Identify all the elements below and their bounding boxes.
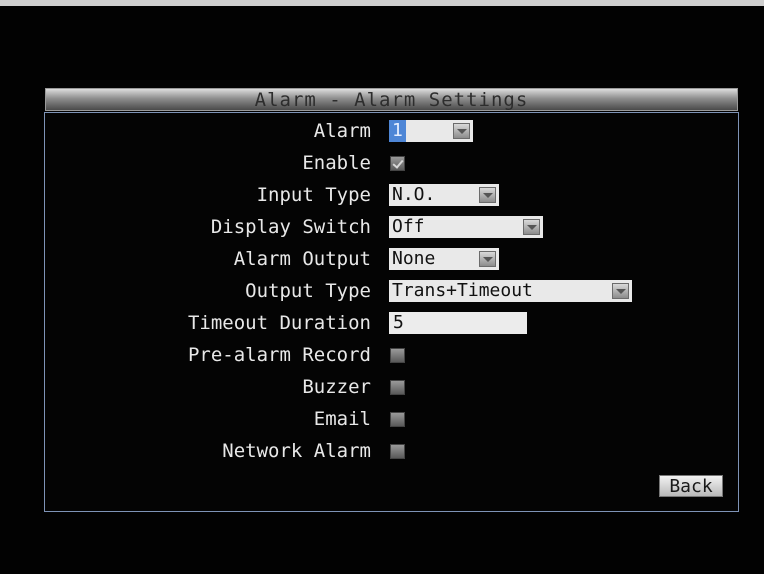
alarm-select[interactable]: 1	[389, 120, 473, 142]
output-type-value: Trans+Timeout	[392, 280, 533, 301]
row-display-switch: Display Switch Off	[45, 214, 738, 240]
top-strip	[0, 0, 764, 6]
email-label: Email	[313, 408, 371, 430]
row-enable: Enable	[45, 150, 738, 176]
row-network-alarm: Network Alarm	[45, 438, 738, 464]
chevron-down-icon[interactable]	[479, 251, 496, 267]
enable-checkbox-wrap[interactable]	[389, 152, 409, 174]
buzzer-checkbox[interactable]	[390, 380, 405, 395]
row-pre-alarm-record: Pre-alarm Record	[45, 342, 738, 368]
enable-checkbox[interactable]	[390, 156, 405, 171]
chevron-down-icon[interactable]	[612, 283, 629, 299]
network-alarm-checkbox[interactable]	[390, 444, 405, 459]
row-email: Email	[45, 406, 738, 432]
row-buzzer: Buzzer	[45, 374, 738, 400]
input-type-label: Input Type	[256, 184, 371, 206]
enable-label: Enable	[302, 152, 371, 174]
timeout-duration-input[interactable]: 5	[389, 312, 527, 334]
chevron-down-icon[interactable]	[453, 123, 470, 139]
window-title-bar: Alarm - Alarm Settings	[45, 88, 738, 111]
alarm-select-box[interactable]: 1	[389, 120, 473, 142]
input-type-select[interactable]: N.O.	[389, 184, 499, 206]
settings-panel: Alarm 1 Enable Input Type N.O. Display S…	[44, 112, 739, 512]
network-alarm-label: Network Alarm	[222, 440, 371, 462]
row-input-type: Input Type N.O.	[45, 182, 738, 208]
row-timeout-duration: Timeout Duration 5	[45, 310, 738, 336]
timeout-duration-field[interactable]: 5	[389, 312, 527, 334]
alarm-output-label: Alarm Output	[233, 248, 371, 270]
input-type-value: N.O.	[392, 184, 436, 205]
row-output-type: Output Type Trans+Timeout	[45, 278, 738, 304]
dvr-screen: Alarm - Alarm Settings Alarm 1 Enable In…	[0, 0, 764, 574]
buzzer-label: Buzzer	[302, 376, 371, 398]
row-alarm-output: Alarm Output None	[45, 246, 738, 272]
back-button[interactable]: Back	[659, 475, 723, 497]
input-type-select-box[interactable]: N.O.	[389, 184, 499, 206]
alarm-output-select-box[interactable]: None	[389, 248, 499, 270]
display-switch-label: Display Switch	[210, 216, 371, 238]
window-title: Alarm - Alarm Settings	[254, 89, 529, 111]
email-checkbox[interactable]	[390, 412, 405, 427]
display-switch-select[interactable]: Off	[389, 216, 543, 238]
pre-alarm-record-checkbox[interactable]	[390, 348, 405, 363]
output-type-select[interactable]: Trans+Timeout	[389, 280, 632, 302]
output-type-select-box[interactable]: Trans+Timeout	[389, 280, 632, 302]
alarm-output-value: None	[392, 248, 436, 269]
alarm-label: Alarm	[313, 120, 371, 142]
network-alarm-checkbox-wrap[interactable]	[389, 440, 409, 462]
pre-alarm-record-label: Pre-alarm Record	[187, 344, 371, 366]
chevron-down-icon[interactable]	[479, 187, 496, 203]
display-switch-value: Off	[392, 216, 425, 237]
email-checkbox-wrap[interactable]	[389, 408, 409, 430]
buzzer-checkbox-wrap[interactable]	[389, 376, 409, 398]
pre-alarm-record-checkbox-wrap[interactable]	[389, 344, 409, 366]
chevron-down-icon[interactable]	[523, 219, 540, 235]
alarm-output-select[interactable]: None	[389, 248, 499, 270]
display-switch-select-box[interactable]: Off	[389, 216, 543, 238]
alarm-value: 1	[389, 120, 406, 142]
output-type-label: Output Type	[245, 280, 371, 302]
row-alarm: Alarm 1	[45, 118, 738, 144]
timeout-duration-label: Timeout Duration	[187, 312, 371, 334]
